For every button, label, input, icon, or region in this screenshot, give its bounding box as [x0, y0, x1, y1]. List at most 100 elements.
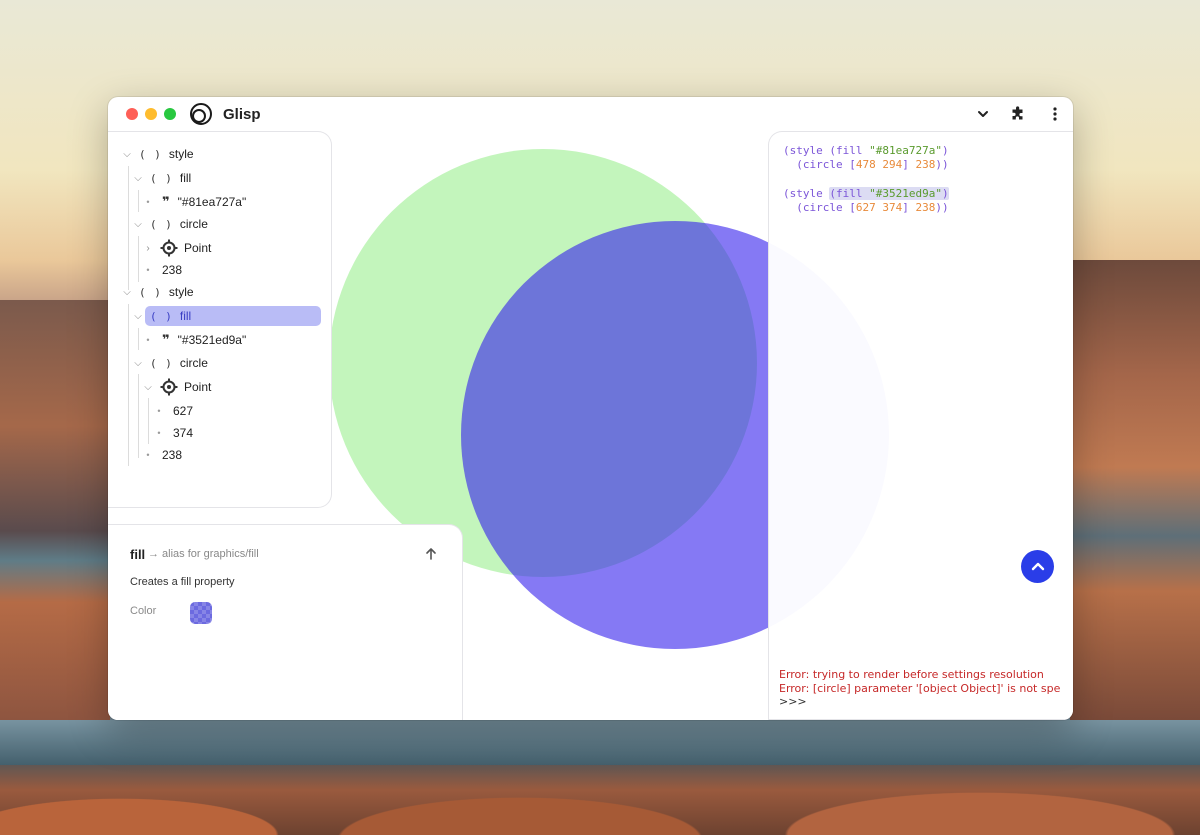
tree-item-label: "#3521ed9a"	[177, 333, 247, 347]
color-swatch[interactable]	[190, 602, 212, 624]
tree-guide	[148, 398, 149, 444]
tree-item-point[interactable]: ⌵ Point	[142, 377, 211, 397]
chevron-down-icon[interactable]: ⌵	[132, 173, 144, 184]
puzzle-icon[interactable]	[1008, 104, 1028, 124]
code-number: 374	[882, 201, 903, 214]
tree-item-label: 627	[173, 404, 194, 418]
code-token: (circle [	[783, 158, 856, 171]
tree-guide	[138, 328, 139, 350]
chevron-down-icon[interactable]: ⌵	[132, 219, 144, 230]
tree-item-label: circle	[179, 356, 208, 370]
code-string: "#3521ed9a"	[869, 187, 942, 200]
code-token: (circle [	[783, 201, 856, 214]
tree-guide	[128, 166, 129, 290]
quote-icon: ❞	[162, 332, 170, 347]
window-close-button[interactable]	[126, 108, 138, 120]
doc-param-label: Color	[130, 605, 157, 617]
doc-alias: → alias for graphics/fill	[148, 548, 259, 560]
tree-pane: ⌵ ( ) style ⌵ ( ) fill • ❞ "#81ea727a" ⌵…	[108, 131, 332, 508]
list-icon: ( )	[139, 285, 162, 299]
scroll-up-button[interactable]	[1021, 550, 1054, 583]
app-title: Glisp	[223, 106, 261, 123]
tree-item-string[interactable]: • ❞ "#81ea727a"	[142, 192, 246, 212]
tree-item-label: "#81ea727a"	[177, 195, 247, 209]
window-maximize-button[interactable]	[164, 108, 176, 120]
doc-function-name: fill	[130, 547, 146, 562]
code-editor-pane[interactable]: (style (fill "#81ea727a") (circle [478 2…	[768, 131, 1073, 720]
tree-item-label: Point	[184, 380, 212, 394]
tree-item-label: fill	[179, 309, 192, 323]
tree-item-label: fill	[179, 171, 192, 185]
code-number: 238	[915, 158, 936, 171]
chevron-down-icon[interactable]: ⌵	[132, 311, 144, 322]
bullet-icon: •	[146, 335, 150, 345]
tree-item-label: 238	[162, 263, 183, 277]
tree-item-string[interactable]: • ❞ "#3521ed9a"	[142, 330, 246, 350]
code-line: (circle [478 294] 238))	[783, 158, 949, 172]
tree-item-circle[interactable]: ⌵ ( ) circle	[132, 353, 208, 373]
bullet-icon: •	[146, 450, 150, 460]
code-line: (circle [627 374] 238))	[783, 201, 948, 215]
code-token: (style	[783, 144, 830, 157]
console-error: Error: [circle] parameter '[object Objec…	[779, 681, 1061, 695]
list-icon: ( )	[150, 217, 173, 231]
console-prompt[interactable]: >>>	[779, 695, 1061, 709]
chevron-down-icon[interactable]: ⌵	[132, 358, 144, 369]
code-token: (fill	[829, 187, 870, 200]
chevron-down-icon[interactable]: ⌵	[121, 149, 133, 160]
code-number: 294	[882, 158, 903, 171]
code-token: ))	[935, 158, 949, 171]
tree-item-number[interactable]: • 238	[142, 260, 182, 280]
tree-item-label: Point	[184, 241, 212, 255]
chevron-right-icon[interactable]: ›	[142, 243, 154, 254]
tree-item-number[interactable]: • 374	[153, 423, 193, 443]
arrow-up-icon[interactable]	[422, 545, 440, 563]
app-window: Glisp ⌵ ( ) style ⌵ ( ) fill • ❞ "#81ea7…	[108, 97, 1073, 720]
code-token: ]	[902, 201, 916, 214]
glisp-logo-icon	[190, 103, 212, 125]
code-line: (style (fill "#3521ed9a")	[783, 187, 949, 201]
tree-item-style[interactable]: ⌵ ( ) style	[121, 282, 194, 302]
code-number: 238	[915, 201, 936, 214]
chevron-down-icon[interactable]	[973, 104, 993, 124]
chevron-up-icon	[1031, 562, 1044, 570]
code-token: )	[941, 144, 949, 157]
code-number: 478	[855, 158, 876, 171]
tree-guide	[128, 304, 129, 466]
code-number: 627	[855, 201, 876, 214]
desktop-cliff-left	[0, 300, 110, 720]
chevron-down-icon[interactable]: ⌵	[121, 287, 133, 298]
tree-item-label: style	[168, 285, 194, 299]
tree-item-label: circle	[179, 217, 208, 231]
code-token: )	[941, 187, 949, 200]
console-output: Error: trying to render before settings …	[779, 668, 1061, 709]
code-line: (style (fill "#81ea727a")	[783, 144, 949, 158]
console-error: Error: trying to render before settings …	[779, 668, 1044, 681]
tree-item-fill-selected[interactable]: ⌵ ( ) fill	[134, 306, 321, 326]
tree-item-style[interactable]: ⌵ ( ) style	[121, 144, 194, 164]
tree-item-label: 238	[162, 448, 183, 462]
crosshair-icon	[160, 239, 178, 257]
desktop-hills	[0, 740, 1200, 835]
code-token: (style	[783, 187, 830, 200]
tree-item-number[interactable]: • 238	[142, 445, 182, 465]
code-token: ]	[902, 158, 916, 171]
list-icon: ( )	[150, 356, 173, 370]
desktop-cliff-right	[1070, 260, 1200, 720]
chevron-down-icon[interactable]: ⌵	[142, 382, 154, 393]
bullet-icon: •	[157, 406, 161, 416]
tree-item-label: style	[168, 147, 194, 161]
bullet-icon: •	[157, 428, 161, 438]
more-vertical-icon[interactable]	[1045, 104, 1065, 124]
tree-guide	[138, 236, 139, 282]
window-minimize-button[interactable]	[145, 108, 157, 120]
tree-item-number[interactable]: • 627	[153, 401, 193, 421]
code-string: "#81ea727a"	[869, 144, 942, 157]
tree-item-circle[interactable]: ⌵ ( ) circle	[132, 214, 208, 234]
doc-description: Creates a fill property	[130, 576, 235, 588]
tree-item-point[interactable]: › Point	[142, 238, 211, 258]
tree-item-fill[interactable]: ⌵ ( ) fill	[132, 168, 191, 188]
tree-guide	[138, 190, 139, 212]
bullet-icon: •	[146, 265, 150, 275]
list-icon: ( )	[150, 309, 173, 323]
